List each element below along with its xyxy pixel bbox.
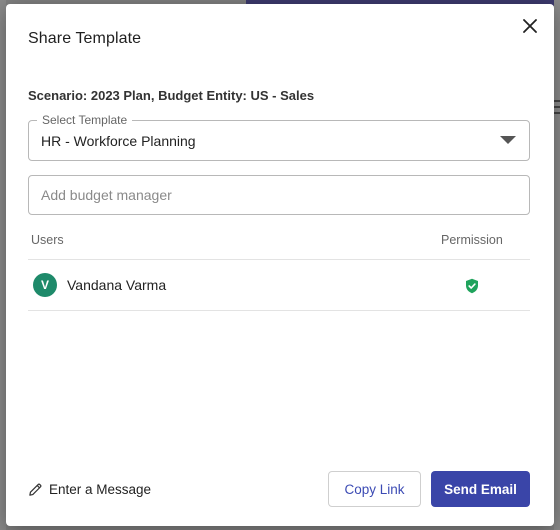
close-button[interactable] (518, 14, 542, 38)
send-email-button[interactable]: Send Email (431, 471, 530, 507)
column-header-users: Users (31, 233, 64, 247)
avatar: V (33, 273, 57, 297)
pencil-icon (29, 483, 42, 496)
table-divider (28, 310, 530, 311)
add-budget-manager-input[interactable] (28, 175, 530, 215)
enter-message-link[interactable]: Enter a Message (28, 478, 151, 500)
background-right-edge (554, 0, 560, 530)
copy-link-button[interactable]: Copy Link (328, 471, 421, 507)
column-header-permission: Permission (441, 233, 503, 247)
user-name: Vandana Varma (67, 277, 167, 293)
dropdown-arrow-icon (500, 136, 516, 144)
shield-check-icon[interactable] (465, 278, 479, 294)
template-select[interactable]: Select Template HR - Workforce Planning (28, 113, 530, 161)
scenario-context: Scenario: 2023 Plan, Budget Entity: US -… (28, 88, 315, 103)
close-icon (523, 19, 537, 33)
template-select-label: Select Template (37, 113, 133, 127)
background-menu-icon (554, 100, 560, 114)
table-row: V Vandana Varma (28, 260, 530, 310)
share-template-dialog: Share Template Scenario: 2023 Plan, Budg… (6, 4, 554, 526)
template-select-value: HR - Workforce Planning (41, 133, 196, 149)
enter-message-label: Enter a Message (49, 481, 152, 497)
dialog-title: Share Template (28, 30, 142, 47)
